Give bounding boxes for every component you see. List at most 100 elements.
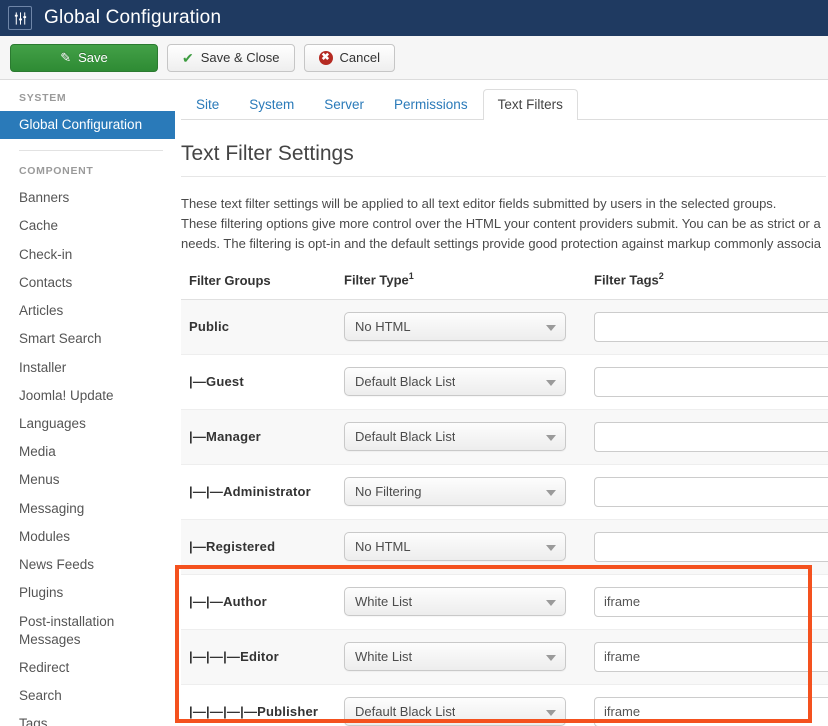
group-label: |—|—Author (189, 594, 267, 610)
group-label: |—Guest (189, 374, 244, 390)
chevron-down-icon (546, 489, 556, 496)
sidebar-item-articles[interactable]: Articles (0, 297, 175, 325)
filter-type-value: No Filtering (355, 484, 422, 500)
description-line-2: These filtering options give more contro… (181, 216, 821, 232)
filter-type-select[interactable]: No Filtering (344, 477, 566, 507)
filter-type-select[interactable]: Default Black List (344, 422, 566, 452)
sidebar-item-check-in[interactable]: Check-in (0, 241, 175, 269)
filter-tags-input[interactable] (594, 311, 828, 342)
filter-type-cell: Default Black List (336, 684, 586, 726)
filter-tags-input[interactable] (594, 476, 828, 507)
filter-tags-input[interactable] (594, 421, 828, 452)
table-row: |—Manager Default Black List (181, 409, 828, 465)
sidebar-heading-component: COMPONENT (19, 165, 94, 178)
sidebar-item-modules[interactable]: Modules (0, 523, 175, 551)
group-label: |—|—|—|—Publisher (189, 704, 319, 720)
sidebar-item-tags[interactable]: Tags (0, 710, 175, 726)
filter-group-cell: |—|—Administrator (181, 464, 336, 520)
filter-tags-cell (586, 299, 828, 355)
sidebar-item-redirect[interactable]: Redirect (0, 654, 175, 682)
sidebar-item-banners[interactable]: Banners (0, 184, 175, 212)
filter-type-select[interactable]: White List (344, 587, 566, 617)
check-icon: ✔ (182, 49, 194, 66)
filter-type-select[interactable]: Default Black List (344, 367, 566, 397)
table-row: Public No HTML (181, 299, 828, 355)
group-label: |—Manager (189, 429, 261, 445)
chevron-down-icon (546, 434, 556, 441)
sidebar-item-installer[interactable]: Installer (0, 354, 175, 382)
save-button[interactable]: ✎ Save (10, 43, 158, 72)
filter-group-cell: |—Guest (181, 354, 336, 410)
filter-type-select[interactable]: No HTML (344, 312, 566, 342)
filter-tags-input[interactable] (594, 586, 828, 617)
filter-tags-cell (586, 354, 828, 410)
filter-type-value: No HTML (355, 539, 411, 555)
filter-tags-input[interactable] (594, 531, 828, 562)
chevron-down-icon (546, 599, 556, 606)
tab-bar: Site System Server Permissions Text Filt… (181, 80, 828, 120)
tab-permissions[interactable]: Permissions (379, 89, 483, 120)
filter-type-select[interactable]: No HTML (344, 532, 566, 562)
filter-type-value: No HTML (355, 319, 411, 335)
group-label: Public (189, 319, 230, 335)
cancel-button-label: Cancel (339, 50, 380, 65)
sidebar-item-post-installation-messages[interactable]: Post-installation Messages (0, 608, 175, 654)
filter-group-cell: Public (181, 299, 336, 355)
group-label: |—|—Administrator (189, 484, 311, 500)
filter-type-select[interactable]: White List (344, 642, 566, 672)
filter-group-cell: |—|—|—|—Publisher (181, 684, 336, 726)
tab-server[interactable]: Server (309, 89, 379, 120)
tab-site[interactable]: Site (181, 89, 234, 120)
app-header: Global Configuration (0, 0, 828, 36)
description-line-3: needs. The filtering is opt-in and the d… (181, 236, 822, 252)
filter-type-footnote-marker: 1 (408, 271, 414, 282)
sidebar-item-plugins[interactable]: Plugins (0, 579, 175, 607)
sidebar-item-news-feeds[interactable]: News Feeds (0, 551, 175, 579)
save-and-close-button[interactable]: ✔ Save & Close (167, 43, 295, 72)
tab-system[interactable]: System (234, 89, 309, 120)
filter-tags-input[interactable] (594, 641, 828, 672)
sidebar-item-languages[interactable]: Languages (0, 410, 175, 438)
filter-tags-input[interactable] (594, 696, 828, 726)
sliders-icon (8, 6, 32, 30)
save-and-close-label: Save & Close (200, 50, 280, 65)
filter-type-cell: No HTML (336, 519, 586, 575)
pencil-square-icon: ✎ (60, 50, 72, 65)
text-filters-table: Filter Groups Filter Type1 Filter Tags2 … (181, 271, 828, 726)
sidebar-item-menus[interactable]: Menus (0, 466, 175, 494)
sidebar-item-cache[interactable]: Cache (0, 212, 175, 240)
cancel-button[interactable]: ✖ Cancel (303, 43, 395, 72)
filter-tags-cell (586, 464, 828, 520)
filter-type-value: Default Black List (355, 374, 456, 390)
filter-tags-cell (586, 574, 828, 630)
group-label: |—|—|—Editor (189, 649, 279, 665)
save-button-label: Save (78, 50, 108, 65)
filter-type-select[interactable]: Default Black List (344, 697, 566, 726)
sidebar-item-joomla-update[interactable]: Joomla! Update (0, 382, 175, 410)
column-header-filter-type: Filter Type1 (336, 271, 586, 300)
section-title: Text Filter Settings (181, 142, 826, 177)
chevron-down-icon (546, 544, 556, 551)
main-content: Site System Server Permissions Text Filt… (175, 80, 828, 726)
filter-tags-footnote-marker: 2 (658, 271, 664, 282)
sidebar-item-contacts[interactable]: Contacts (0, 269, 175, 297)
table-row: |—|—Administrator No Filtering (181, 464, 828, 520)
sidebar-item-messaging[interactable]: Messaging (0, 495, 175, 523)
filter-type-cell: No Filtering (336, 464, 586, 520)
sidebar-item-global-configuration[interactable]: Global Configuration (0, 111, 175, 140)
filter-group-cell: |—|—|—Editor (181, 629, 336, 685)
sidebar-heading-system: SYSTEM (19, 92, 67, 104)
filter-tags-cell (586, 684, 828, 726)
sidebar: SYSTEM Global Configuration COMPONENT Ba… (0, 80, 175, 726)
tab-text-filters[interactable]: Text Filters (482, 88, 578, 120)
sidebar-item-smart-search[interactable]: Smart Search (0, 325, 175, 353)
filter-tags-input[interactable] (594, 366, 828, 397)
table-row: |—|—|—Editor White List (181, 629, 828, 685)
sidebar-item-media[interactable]: Media (0, 438, 175, 466)
group-label: |—Registered (189, 539, 276, 555)
sidebar-item-search[interactable]: Search (0, 682, 175, 710)
table-header-row: Filter Groups Filter Type1 Filter Tags2 (181, 271, 828, 300)
table-row: |—Guest Default Black List (181, 354, 828, 410)
filter-type-value: Default Black List (355, 704, 456, 720)
cancel-circle-icon: ✖ (318, 50, 333, 65)
